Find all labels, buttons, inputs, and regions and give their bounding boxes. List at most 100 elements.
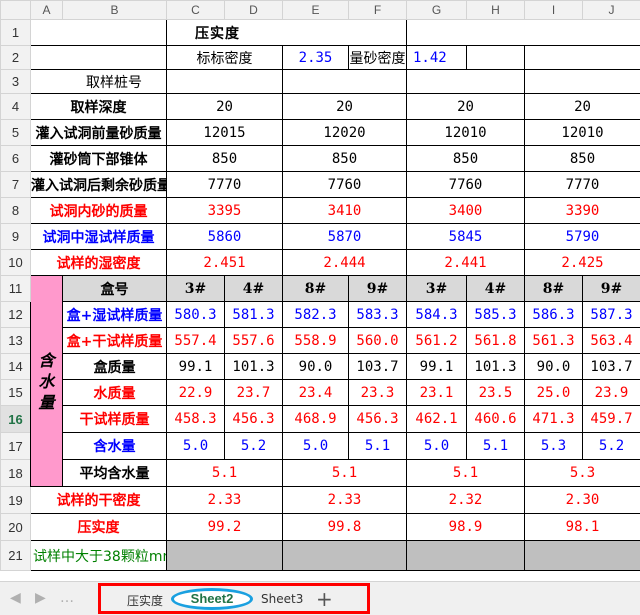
box-value[interactable]: 582.3 xyxy=(282,301,349,328)
tab-sheet-1[interactable]: 压实度 xyxy=(127,592,163,609)
box-value[interactable]: 584.3 xyxy=(406,301,467,328)
row-header[interactable]: 10 xyxy=(0,249,31,276)
sample-value[interactable]: 5845 xyxy=(406,223,525,250)
box-number[interactable]: 8# xyxy=(524,275,583,302)
box-value[interactable]: 23.5 xyxy=(466,379,525,406)
sample-value[interactable]: 99.8 xyxy=(282,513,407,541)
compaction-label[interactable]: 压实度 xyxy=(30,513,167,541)
std-density-value[interactable]: 2.35 xyxy=(282,45,349,70)
row-header[interactable]: 15 xyxy=(0,379,31,406)
row-header[interactable]: 20 xyxy=(0,513,31,541)
sample-value[interactable]: 3410 xyxy=(282,197,407,224)
sample-value[interactable]: 5870 xyxy=(282,223,407,250)
row-header[interactable]: 6 xyxy=(0,145,31,172)
sample-value[interactable]: 850 xyxy=(406,145,525,172)
box-number[interactable]: 4# xyxy=(466,275,525,302)
sample-value[interactable]: 99.2 xyxy=(166,513,283,541)
box-value[interactable]: 563.4 xyxy=(582,327,640,354)
column-header[interactable]: E xyxy=(282,0,349,20)
row-header[interactable]: 18 xyxy=(0,459,31,487)
cell[interactable] xyxy=(406,540,525,571)
sample-value[interactable]: 7770 xyxy=(524,171,640,198)
sample-value[interactable]: 2.441 xyxy=(406,249,525,276)
box-value[interactable]: 460.6 xyxy=(466,405,525,433)
box-value[interactable]: 561.8 xyxy=(466,327,525,354)
box-value[interactable]: 580.3 xyxy=(166,301,225,328)
sample-value[interactable]: 2.30 xyxy=(524,486,640,514)
sample-value[interactable]: 5860 xyxy=(166,223,283,250)
column-header[interactable]: F xyxy=(348,0,407,20)
sample-value[interactable]: 850 xyxy=(166,145,283,172)
column-header[interactable]: I xyxy=(524,0,583,20)
box-value[interactable]: 23.1 xyxy=(406,379,467,406)
sample-value[interactable]: 2.32 xyxy=(406,486,525,514)
wet-density-label[interactable]: 试样的湿密度 xyxy=(30,249,167,276)
row-header[interactable]: 21 xyxy=(0,540,31,571)
moisture-row-label[interactable]: 水质量 xyxy=(62,379,167,406)
sample-value[interactable]: 7770 xyxy=(166,171,283,198)
add-sheet-button[interactable]: + xyxy=(316,587,333,611)
box-value[interactable]: 23.7 xyxy=(224,379,283,406)
column-header[interactable]: A xyxy=(30,0,63,20)
scroll-right-icon[interactable]: ▶ xyxy=(35,590,46,606)
sample-value[interactable]: 5790 xyxy=(524,223,640,250)
box-value[interactable]: 103.7 xyxy=(348,353,407,380)
sample-value[interactable]: 20 xyxy=(166,93,283,120)
box-value[interactable]: 557.6 xyxy=(224,327,283,354)
depth-label[interactable]: 取样深度 xyxy=(30,93,167,120)
box-value[interactable]: 456.3 xyxy=(348,405,407,433)
sand-after-label[interactable]: 灌入试洞后剩余砂质量 xyxy=(30,171,167,198)
avg-moisture-value[interactable]: 5.1 xyxy=(282,459,407,487)
sample-value[interactable]: 2.33 xyxy=(166,486,283,514)
sample-value[interactable]: 3395 xyxy=(166,197,283,224)
sample-value[interactable]: 7760 xyxy=(282,171,407,198)
std-density-label[interactable]: 标标密度 xyxy=(166,45,283,70)
row-header[interactable]: 12 xyxy=(0,301,31,328)
scroll-left-icon[interactable]: ◀ xyxy=(10,590,21,606)
moisture-row-label[interactable]: 盒质量 xyxy=(62,353,167,380)
row-header[interactable]: 9 xyxy=(0,223,31,250)
sand-density-label[interactable]: 量砂密度 xyxy=(348,45,407,70)
row-header[interactable]: 19 xyxy=(0,486,31,514)
box-number-label[interactable]: 盒号 xyxy=(62,275,167,302)
select-all-corner[interactable] xyxy=(0,0,31,20)
box-number[interactable]: 3# xyxy=(166,275,225,302)
column-header[interactable]: G xyxy=(406,0,467,20)
wet-sample-label[interactable]: 试洞中湿试样质量 xyxy=(30,223,167,250)
cell[interactable] xyxy=(166,540,283,571)
sample-value[interactable]: 850 xyxy=(282,145,407,172)
moisture-row-label[interactable]: 盒+干试样质量 xyxy=(62,327,167,354)
box-value[interactable]: 99.1 xyxy=(166,353,225,380)
box-value[interactable]: 462.1 xyxy=(406,405,467,433)
sample-value[interactable]: 2.425 xyxy=(524,249,640,276)
box-value[interactable]: 5.0 xyxy=(406,432,467,460)
cell[interactable] xyxy=(166,69,283,94)
box-value[interactable]: 587.3 xyxy=(582,301,640,328)
box-value[interactable]: 458.3 xyxy=(166,405,225,433)
cell[interactable] xyxy=(524,45,640,70)
box-value[interactable]: 459.7 xyxy=(582,405,640,433)
oversize-label[interactable]: 试样中大于38颗粒mm质量 xyxy=(30,540,167,571)
box-value[interactable]: 586.3 xyxy=(524,301,583,328)
box-value[interactable]: 22.9 xyxy=(166,379,225,406)
box-value[interactable]: 585.3 xyxy=(466,301,525,328)
moisture-row-label[interactable]: 含水量 xyxy=(62,432,167,460)
box-value[interactable]: 561.2 xyxy=(406,327,467,354)
tab-sheet-2[interactable]: Sheet2 xyxy=(171,588,253,610)
sample-value[interactable]: 2.444 xyxy=(282,249,407,276)
more-icon[interactable]: … xyxy=(60,590,74,606)
cell[interactable] xyxy=(282,540,407,571)
box-value[interactable]: 456.3 xyxy=(224,405,283,433)
row-header[interactable]: 2 xyxy=(0,45,31,70)
sample-value[interactable]: 12010 xyxy=(524,119,640,146)
box-value[interactable]: 5.1 xyxy=(348,432,407,460)
box-value[interactable]: 101.3 xyxy=(466,353,525,380)
cell[interactable] xyxy=(406,69,525,94)
row-header[interactable]: 13 xyxy=(0,327,31,354)
cone-label[interactable]: 灌砂筒下部锥体 xyxy=(30,145,167,172)
box-value[interactable]: 90.0 xyxy=(524,353,583,380)
dry-density-label[interactable]: 试样的干密度 xyxy=(30,486,167,514)
sample-value[interactable]: 20 xyxy=(406,93,525,120)
box-value[interactable]: 581.3 xyxy=(224,301,283,328)
box-value[interactable]: 23.3 xyxy=(348,379,407,406)
